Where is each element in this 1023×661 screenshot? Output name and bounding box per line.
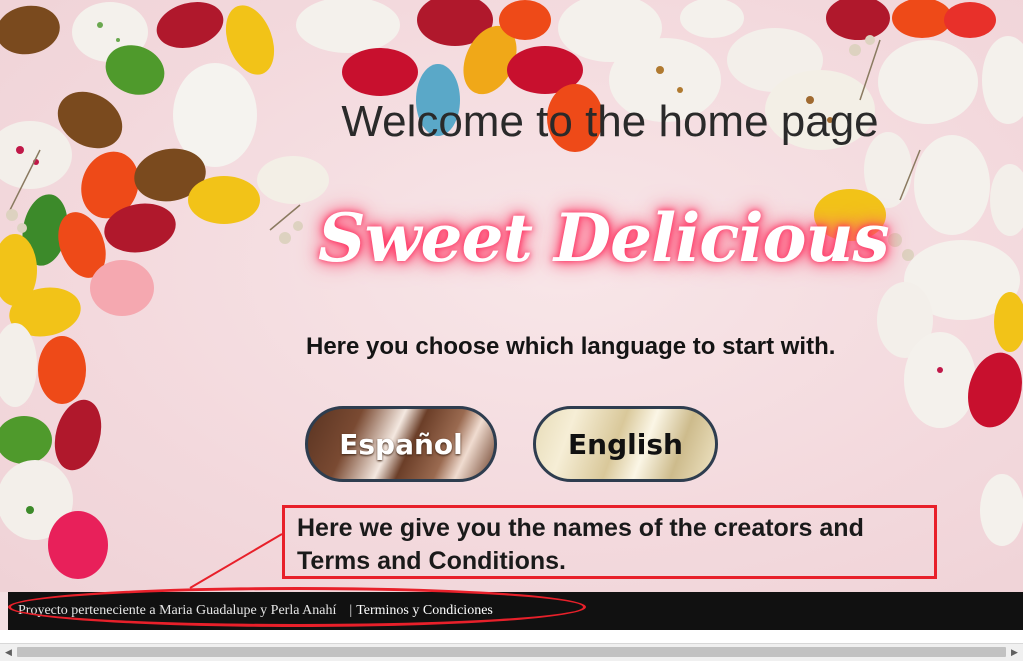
scroll-right-arrow-icon[interactable]: ▶ [1006, 644, 1023, 661]
footer-bar: Proyecto perteneciente a Maria Guadalupe… [8, 592, 1023, 630]
horizontal-scrollbar[interactable]: ◀ ▶ [0, 643, 1023, 661]
footer-separator: | [349, 603, 353, 618]
page-bottom-margin [0, 630, 1023, 643]
annotation-connector-line [189, 533, 283, 589]
terms-link[interactable]: Terminos y Condiciones [356, 603, 493, 619]
scroll-left-arrow-icon[interactable]: ◀ [0, 644, 17, 661]
footer-credits: Proyecto perteneciente a Maria Guadalupe… [18, 603, 337, 618]
scrollbar-thumb[interactable] [17, 647, 1006, 657]
home-page: Welcome to the home page Sweet Delicious… [0, 0, 1023, 661]
